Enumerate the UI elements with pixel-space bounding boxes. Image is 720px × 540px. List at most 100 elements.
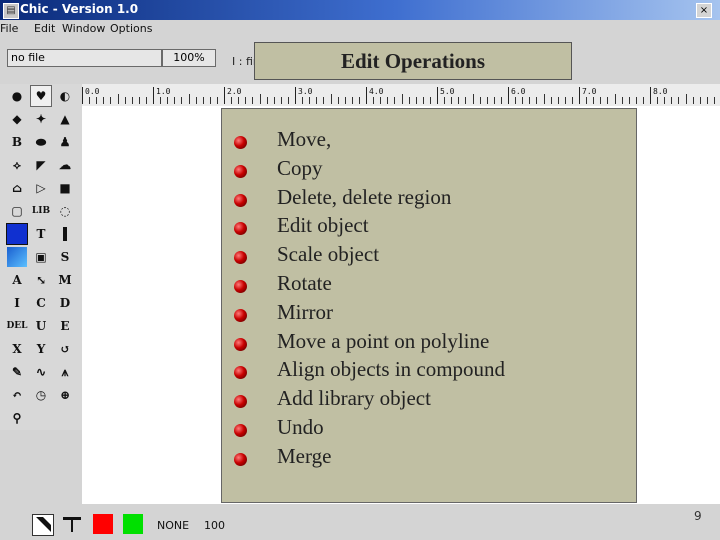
bullet-icon — [234, 452, 247, 466]
list-item-label: Edit object — [277, 213, 369, 238]
ruler-minor-tick — [351, 97, 353, 104]
line-color-swatch[interactable] — [93, 514, 113, 534]
slot-tool-icon[interactable] — [55, 224, 75, 244]
zoom-field[interactable]: 100% — [162, 49, 216, 67]
mirror-tool-icon[interactable]: ⟡ — [7, 155, 27, 175]
ruler-minor-tick — [89, 97, 91, 104]
menu-window[interactable]: Window — [62, 22, 105, 35]
text-tool-icon[interactable]: T — [31, 224, 51, 244]
ruler-major-tick — [295, 87, 296, 104]
play-tool-icon[interactable]: ▷ — [31, 178, 51, 198]
ruler-minor-tick — [195, 97, 197, 104]
square-tool-icon[interactable]: ■ — [55, 178, 75, 198]
list-item: Merge — [234, 444, 634, 472]
e-tool-icon[interactable]: E — [55, 316, 75, 336]
clock-tool-icon[interactable]: ◷ — [31, 385, 51, 405]
bullet-icon — [234, 222, 247, 236]
ruler-minor-tick — [586, 97, 588, 104]
point-edit-tool-icon[interactable]: ✎ — [7, 362, 27, 382]
ruler-minor-tick — [628, 97, 630, 104]
ruler-minor-tick — [358, 97, 360, 104]
ruler-minor-tick — [415, 97, 417, 104]
drop-tool-icon[interactable]: ◆ — [7, 109, 27, 129]
i-tool-icon[interactable]: I — [7, 293, 27, 313]
list-item-label: Mirror — [277, 299, 333, 324]
bullet-icon — [234, 337, 247, 351]
picture-tool-icon[interactable]: ▣ — [31, 247, 51, 267]
menu-edit[interactable]: Edit — [34, 22, 55, 35]
color-tool-icon[interactable] — [7, 247, 27, 267]
ruler-major-tick — [437, 87, 438, 104]
ruler-label: 0.0 — [85, 87, 100, 96]
arrow-box-tool-icon[interactable]: ⤡ — [31, 270, 51, 290]
y-tool-icon[interactable]: Y — [31, 339, 51, 359]
curve-tool-icon[interactable]: ∿ — [31, 362, 51, 382]
house-tool-icon[interactable]: ⌂ — [7, 178, 27, 198]
m-tool-icon[interactable]: M — [55, 270, 75, 290]
ruler-minor-tick — [117, 94, 119, 104]
ruler-minor-tick — [287, 97, 289, 104]
menu-file[interactable]: File — [0, 22, 18, 35]
ellipse-tool-icon[interactable]: ● — [7, 86, 27, 106]
list-item: Move, — [234, 127, 634, 155]
ruler-major-tick — [508, 87, 509, 104]
moon-tool-icon[interactable]: ◐ — [55, 86, 75, 106]
align-tool-icon[interactable]: ⩚ — [55, 362, 75, 382]
ruler-minor-tick — [564, 97, 566, 104]
a-tool-icon[interactable]: A — [7, 270, 27, 290]
undo-tool-icon[interactable]: ↶ — [7, 385, 27, 405]
dashed-circle-tool-icon[interactable]: ◌ — [55, 201, 75, 221]
zoom-in-tool-icon[interactable]: ⊕ — [55, 385, 75, 405]
list-item-label: Move, — [277, 127, 332, 151]
ruler-minor-tick — [522, 97, 524, 104]
close-icon[interactable]: × — [696, 3, 712, 18]
zoom-tool-icon[interactable]: ⚲ — [7, 408, 27, 428]
ruler-minor-tick — [621, 97, 623, 104]
ruler-minor-tick — [231, 97, 233, 104]
blue-fill-tool-icon[interactable] — [6, 223, 28, 245]
s-tool-icon[interactable]: S — [55, 247, 75, 267]
ruler-minor-tick — [678, 97, 680, 104]
ruler-minor-tick — [280, 97, 282, 104]
heart-tool-icon[interactable]: ♥ — [30, 85, 52, 107]
file-name-field[interactable]: no file — [7, 49, 162, 67]
ruler-minor-tick — [451, 97, 453, 104]
ruler-minor-tick — [330, 94, 332, 104]
title-bar: ▤ Chic - Version 1.0 × — [0, 0, 720, 20]
library-tool-icon[interactable]: LIB — [31, 201, 51, 221]
d-tool-icon[interactable]: D — [55, 293, 75, 313]
flask-tool-icon[interactable]: ♟ — [55, 132, 75, 152]
ruler-minor-tick — [557, 97, 559, 104]
ruler-minor-tick — [96, 97, 98, 104]
fill-color-swatch[interactable] — [123, 514, 143, 534]
ruler-major-tick — [579, 87, 580, 104]
ruler-label: 6.0 — [511, 87, 526, 96]
ruler-minor-tick — [273, 97, 275, 104]
app-icon[interactable]: ▤ — [3, 3, 19, 19]
pen-tool-icon[interactable]: ◤ — [31, 155, 51, 175]
rounded-rect-tool-icon[interactable]: ▢ — [7, 201, 27, 221]
del-tool-icon[interactable]: DEL — [7, 316, 28, 336]
ruler-minor-tick — [515, 97, 517, 104]
list-item: Add library object — [234, 386, 634, 414]
line-style-icon[interactable] — [32, 514, 54, 536]
fill-style-icon[interactable] — [62, 514, 82, 534]
leaf-tool-icon[interactable]: ✦ — [31, 109, 51, 129]
bold-tool-icon[interactable]: B — [7, 132, 27, 152]
menu-options[interactable]: Options — [110, 22, 152, 35]
u-tool-icon[interactable]: U — [31, 316, 51, 336]
x-tool-icon[interactable]: X — [7, 339, 27, 359]
ruler-minor-tick — [394, 97, 396, 104]
ruler-minor-tick — [337, 97, 339, 104]
ruler-minor-tick — [699, 97, 701, 104]
c-tool-icon[interactable]: C — [31, 293, 51, 313]
list-item: Rotate — [234, 271, 634, 299]
bullet-icon — [234, 164, 247, 178]
bullet-icon — [234, 136, 247, 149]
rotate-tool-icon[interactable]: ↺ — [55, 339, 75, 359]
cone-tool-icon[interactable]: ▲ — [55, 109, 75, 129]
cloud-tool-icon[interactable]: ☁ — [55, 155, 75, 175]
blob-tool-icon[interactable]: ⬬ — [31, 132, 51, 152]
ruler-minor-tick — [706, 97, 708, 104]
list-item: Edit object — [234, 213, 634, 241]
